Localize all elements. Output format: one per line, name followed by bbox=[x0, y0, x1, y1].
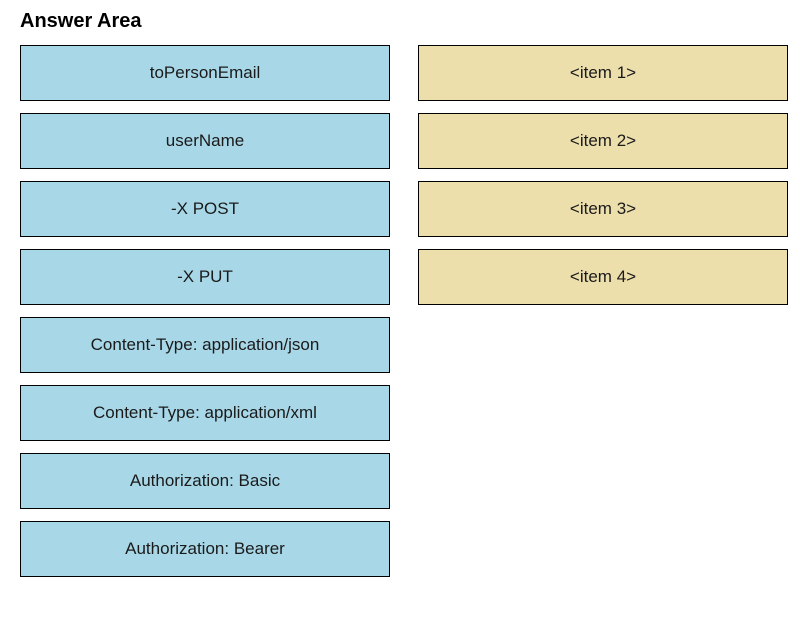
target-slot[interactable]: <item 2> bbox=[418, 113, 788, 169]
source-item[interactable]: Authorization: Bearer bbox=[20, 521, 390, 577]
target-slot[interactable]: <item 4> bbox=[418, 249, 788, 305]
source-item[interactable]: Content-Type: application/json bbox=[20, 317, 390, 373]
target-column: <item 1> <item 2> <item 3> <item 4> bbox=[418, 45, 788, 577]
source-item[interactable]: -X PUT bbox=[20, 249, 390, 305]
answer-area-columns: toPersonEmail userName -X POST -X PUT Co… bbox=[20, 45, 789, 577]
source-item[interactable]: toPersonEmail bbox=[20, 45, 390, 101]
source-item[interactable]: userName bbox=[20, 113, 390, 169]
source-item[interactable]: Content-Type: application/xml bbox=[20, 385, 390, 441]
source-item[interactable]: -X POST bbox=[20, 181, 390, 237]
source-column: toPersonEmail userName -X POST -X PUT Co… bbox=[20, 45, 390, 577]
target-slot[interactable]: <item 1> bbox=[418, 45, 788, 101]
source-item[interactable]: Authorization: Basic bbox=[20, 453, 390, 509]
target-slot[interactable]: <item 3> bbox=[418, 181, 788, 237]
page-title: Answer Area bbox=[20, 10, 789, 33]
